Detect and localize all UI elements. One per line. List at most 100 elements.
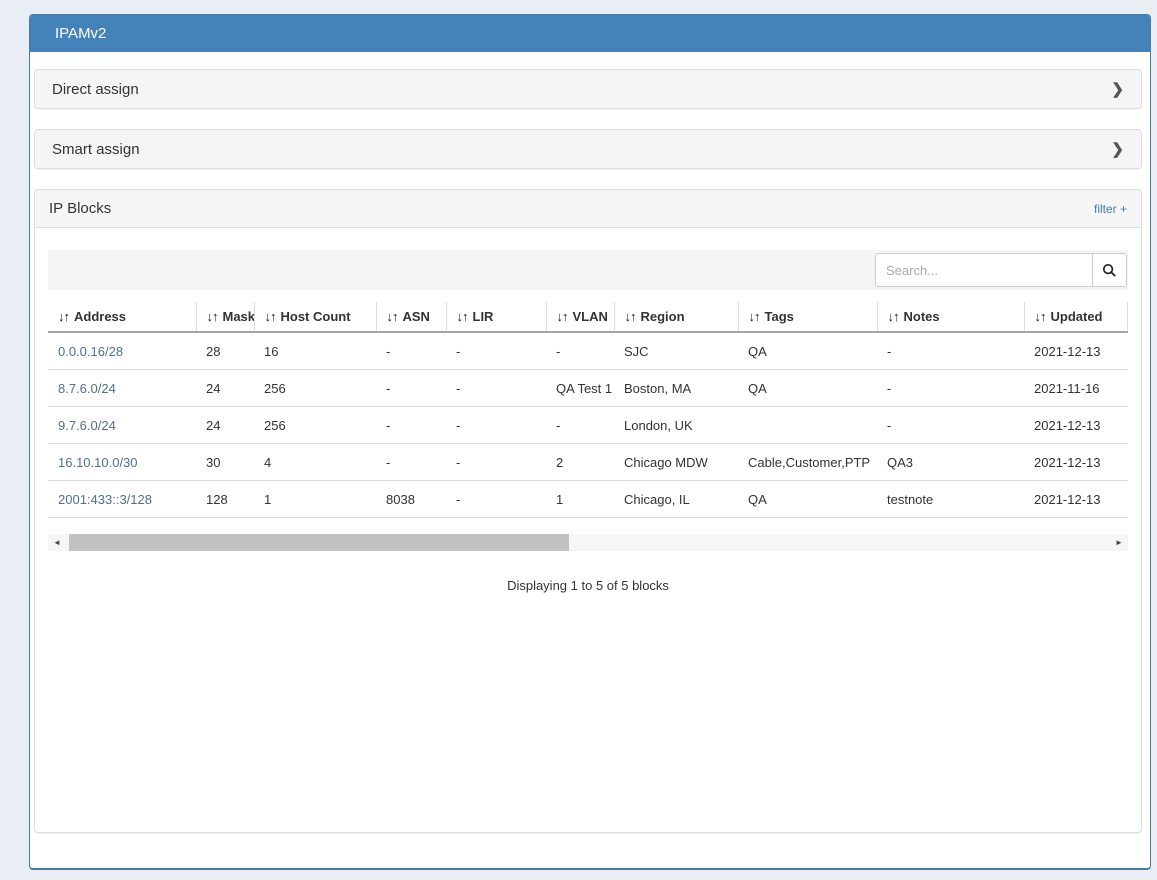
column-label: Notes bbox=[904, 309, 940, 324]
column-label: Region bbox=[641, 309, 685, 324]
search-button[interactable] bbox=[1093, 253, 1127, 287]
cell-asn: - bbox=[376, 407, 446, 444]
cell-vlan: QA Test 1 bbox=[546, 370, 614, 407]
cell-region: SJC bbox=[614, 332, 738, 370]
column-label: LIR bbox=[473, 309, 494, 324]
cell-notes: - bbox=[877, 407, 1024, 444]
column-label: Host Count bbox=[281, 309, 351, 324]
direct-assign-label: Direct assign bbox=[52, 81, 139, 98]
address-link[interactable]: 9.7.6.0/24 bbox=[58, 418, 116, 433]
cell-mask: 24 bbox=[196, 370, 254, 407]
cell-vlan: 2 bbox=[546, 444, 614, 481]
cell-tags: Cable,Customer,PTP bbox=[738, 444, 877, 481]
table-row: 0.0.0.16/282816---SJCQA-2021-12-13 bbox=[48, 332, 1128, 370]
sort-icon: ↓↑ bbox=[58, 309, 69, 324]
scroll-left-arrow-icon[interactable]: ◄ bbox=[48, 534, 66, 551]
cell-notes: testnote bbox=[877, 481, 1024, 518]
cell-lir: - bbox=[446, 481, 546, 518]
cell-mask: 30 bbox=[196, 444, 254, 481]
address-link[interactable]: 0.0.0.16/28 bbox=[58, 344, 123, 359]
cell-host_count: 256 bbox=[254, 370, 376, 407]
search-group bbox=[875, 253, 1127, 287]
cell-vlan: - bbox=[546, 332, 614, 370]
chevron-right-icon: ❯ bbox=[1111, 80, 1124, 98]
cell-tags: QA bbox=[738, 481, 877, 518]
panel-smart-assign[interactable]: Smart assign ❯ bbox=[34, 129, 1142, 169]
column-label: Address bbox=[74, 309, 126, 324]
column-header-host_count[interactable]: ↓↑Host Count bbox=[254, 302, 376, 332]
cell-tags: QA bbox=[738, 370, 877, 407]
address-link[interactable]: 16.10.10.0/30 bbox=[58, 455, 138, 470]
table-info-text: Displaying 1 to 5 of 5 blocks bbox=[48, 578, 1128, 593]
sort-icon: ↓↑ bbox=[1035, 309, 1046, 324]
table-row: 2001:433::3/12812818038-1Chicago, ILQAte… bbox=[48, 481, 1128, 518]
table-row: 9.7.6.0/2424256---London, UK-2021-12-13 bbox=[48, 407, 1128, 444]
cell-asn: 8038 bbox=[376, 481, 446, 518]
scroll-right-arrow-icon[interactable]: ► bbox=[1110, 534, 1128, 551]
table-row: 8.7.6.0/2424256--QA Test 1Boston, MAQA-2… bbox=[48, 370, 1128, 407]
cell-mask: 128 bbox=[196, 481, 254, 518]
cell-updated: 2021-12-13 bbox=[1024, 444, 1128, 481]
cell-region: Boston, MA bbox=[614, 370, 738, 407]
column-header-region[interactable]: ↓↑ Region bbox=[614, 302, 738, 332]
search-input[interactable] bbox=[875, 253, 1093, 287]
column-header-tags[interactable]: ↓↑ Tags bbox=[738, 302, 877, 332]
cell-lir: - bbox=[446, 370, 546, 407]
app-body: Direct assign ❯ Smart assign ❯ IP Blocks… bbox=[30, 52, 1150, 833]
column-label: Mask bbox=[223, 309, 255, 324]
sort-icon: ↓↑ bbox=[888, 309, 899, 324]
panel-ip-blocks: IP Blocks filter + bbox=[34, 189, 1142, 833]
table-row: 16.10.10.0/30304--2Chicago MDWCable,Cust… bbox=[48, 444, 1128, 481]
cell-updated: 2021-12-13 bbox=[1024, 332, 1128, 370]
ip-blocks-body: ↓↑Address↓↑Mask↓↑Host Count↓↑ASN↓↑LIR↓↑V… bbox=[35, 228, 1141, 593]
filter-toggle-link[interactable]: filter + bbox=[1094, 202, 1127, 216]
column-header-vlan[interactable]: ↓↑ VLAN bbox=[546, 302, 614, 332]
horizontal-scrollbar[interactable]: ◄ ► bbox=[48, 534, 1128, 551]
sort-icon: ↓↑ bbox=[207, 309, 218, 324]
panel-direct-assign[interactable]: Direct assign ❯ bbox=[34, 69, 1142, 109]
chevron-right-icon: ❯ bbox=[1111, 140, 1124, 158]
cell-notes: - bbox=[877, 332, 1024, 370]
cell-address: 16.10.10.0/30 bbox=[48, 444, 196, 481]
cell-region: Chicago, IL bbox=[614, 481, 738, 518]
ip-blocks-title: IP Blocks bbox=[49, 200, 111, 217]
column-header-lir[interactable]: ↓↑LIR bbox=[446, 302, 546, 332]
column-header-address[interactable]: ↓↑ Address bbox=[48, 302, 196, 332]
smart-assign-label: Smart assign bbox=[52, 141, 140, 158]
column-header-asn[interactable]: ↓↑ASN bbox=[376, 302, 446, 332]
address-link[interactable]: 8.7.6.0/24 bbox=[58, 381, 116, 396]
table-body: 0.0.0.16/282816---SJCQA-2021-12-138.7.6.… bbox=[48, 332, 1128, 518]
search-icon bbox=[1102, 263, 1117, 278]
cell-host_count: 256 bbox=[254, 407, 376, 444]
column-label: Updated bbox=[1051, 309, 1103, 324]
cell-region: London, UK bbox=[614, 407, 738, 444]
cell-tags: QA bbox=[738, 332, 877, 370]
cell-asn: - bbox=[376, 444, 446, 481]
column-header-notes[interactable]: ↓↑ Notes bbox=[877, 302, 1024, 332]
cell-lir: - bbox=[446, 444, 546, 481]
column-label: VLAN bbox=[573, 309, 608, 324]
cell-mask: 28 bbox=[196, 332, 254, 370]
cell-asn: - bbox=[376, 332, 446, 370]
address-link[interactable]: 2001:433::3/128 bbox=[58, 492, 152, 507]
cell-asn: - bbox=[376, 370, 446, 407]
sort-icon: ↓↑ bbox=[557, 309, 568, 324]
cell-updated: 2021-12-13 bbox=[1024, 407, 1128, 444]
cell-vlan: - bbox=[546, 407, 614, 444]
scrollbar-thumb[interactable] bbox=[69, 534, 569, 551]
column-label: Tags bbox=[765, 309, 794, 324]
cell-host_count: 16 bbox=[254, 332, 376, 370]
cell-address: 9.7.6.0/24 bbox=[48, 407, 196, 444]
sort-icon: ↓↑ bbox=[625, 309, 636, 324]
table-toolbar bbox=[48, 250, 1128, 290]
cell-mask: 24 bbox=[196, 407, 254, 444]
cell-lir: - bbox=[446, 332, 546, 370]
app-title: IPAMv2 bbox=[55, 25, 106, 42]
cell-address: 0.0.0.16/28 bbox=[48, 332, 196, 370]
sort-icon: ↓↑ bbox=[749, 309, 760, 324]
sort-icon: ↓↑ bbox=[387, 309, 398, 324]
column-header-updated[interactable]: ↓↑ Updated bbox=[1024, 302, 1128, 332]
cell-host_count: 4 bbox=[254, 444, 376, 481]
column-header-mask[interactable]: ↓↑ Mask bbox=[196, 302, 254, 332]
cell-notes: QA3 bbox=[877, 444, 1024, 481]
